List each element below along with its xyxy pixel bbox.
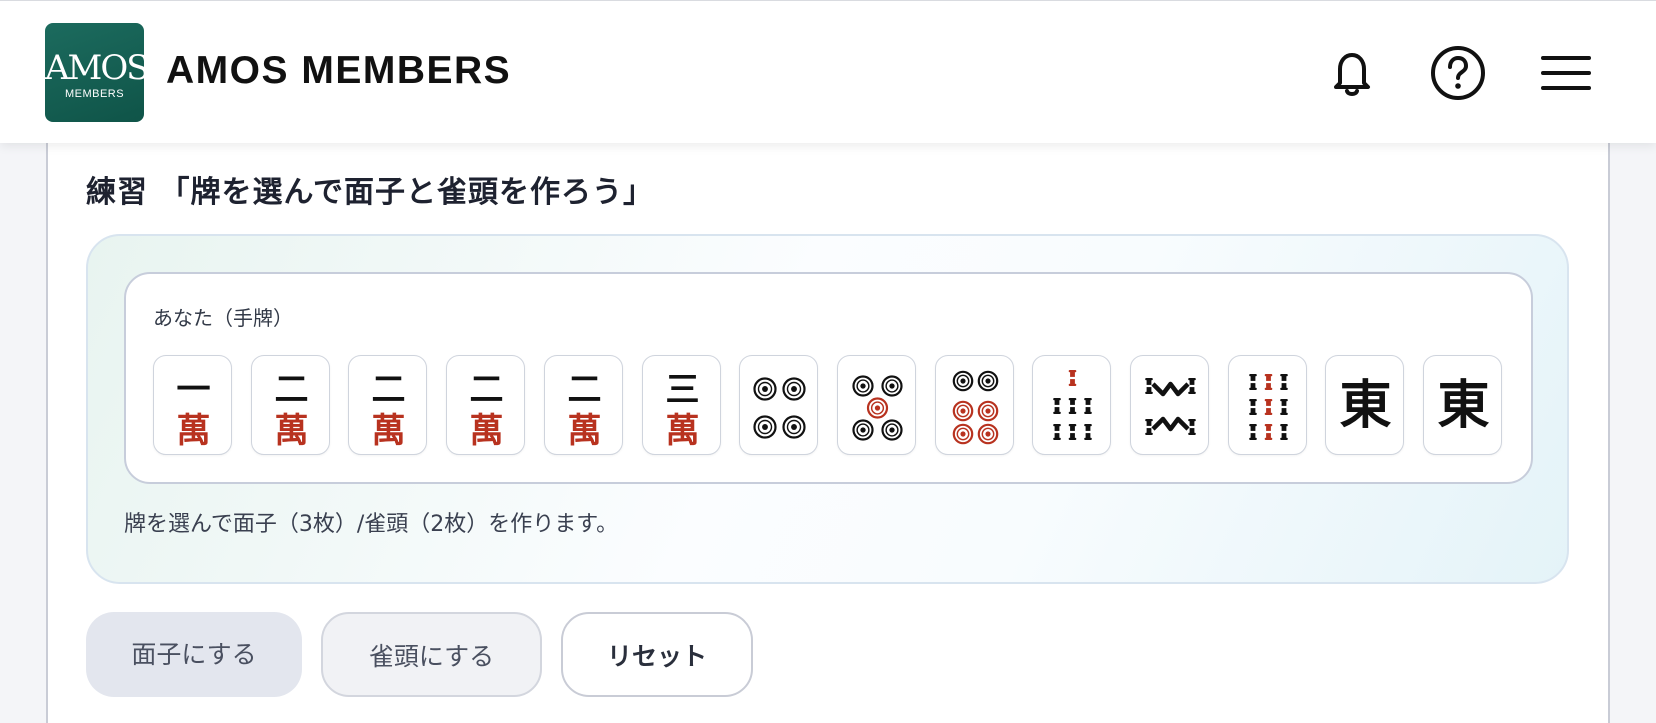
make-pair-button[interactable]: 雀頭にする: [321, 612, 542, 697]
bell-icon[interactable]: [1322, 43, 1382, 103]
svg-text:萬: 萬: [470, 411, 504, 451]
mahjong-tile[interactable]: 二萬: [348, 355, 428, 455]
svg-text:三: 三: [665, 370, 699, 410]
tile-face-icon: 二萬: [567, 370, 601, 451]
tile-face-icon: 二萬: [372, 370, 406, 451]
tile-face-icon: 一萬: [177, 370, 211, 451]
mahjong-tile[interactable]: [1227, 355, 1307, 455]
svg-text:二: 二: [567, 370, 601, 410]
tile-face-icon: 二萬: [470, 370, 504, 451]
tile-face-icon: [1145, 378, 1196, 435]
svg-text:萬: 萬: [665, 411, 699, 451]
tile-face-icon: 東: [1340, 375, 1392, 436]
svg-text:萬: 萬: [567, 411, 601, 451]
tile-face-icon: 三萬: [665, 370, 699, 451]
svg-text:二: 二: [372, 370, 406, 410]
tile-face-icon: 二萬: [274, 370, 308, 451]
svg-text:二: 二: [470, 370, 504, 410]
tile-face-icon: [1248, 374, 1288, 440]
mahjong-tile[interactable]: 二萬: [543, 355, 623, 455]
svg-text:萬: 萬: [274, 411, 308, 451]
tile-face-icon: [1053, 370, 1093, 440]
mahjong-tile[interactable]: 東: [1423, 355, 1503, 455]
amos-logo[interactable]: AMOS MEMBERS: [45, 23, 150, 122]
help-icon[interactable]: [1428, 43, 1488, 103]
make-meld-button[interactable]: 面子にする: [86, 612, 302, 697]
mahjong-tile[interactable]: [934, 355, 1014, 455]
hand-area: [124, 272, 1533, 484]
app-header: AMOS MEMBERS AMOS MEMBERS: [0, 0, 1656, 143]
brand-title: AMOS MEMBERS: [166, 49, 512, 92]
mahjong-tile[interactable]: [1032, 355, 1112, 455]
logo-wordmark: AMOS: [45, 48, 150, 88]
mahjong-tile[interactable]: 東: [1325, 355, 1405, 455]
mahjong-tile[interactable]: 三萬: [641, 355, 721, 455]
instruction-text: 牌を選んで面子（3枚）/雀頭（2枚）を作ります。: [124, 512, 619, 537]
svg-text:一: 一: [177, 370, 211, 410]
svg-text:萬: 萬: [177, 411, 211, 451]
svg-text:東: 東: [1340, 375, 1392, 436]
svg-text:萬: 萬: [372, 411, 406, 451]
mahjong-tile[interactable]: [739, 355, 819, 455]
tile-face-icon: [852, 375, 903, 441]
menu-icon[interactable]: [1536, 43, 1596, 103]
svg-text:東: 東: [1438, 375, 1490, 436]
tile-face-icon: 東: [1438, 375, 1490, 436]
reset-button[interactable]: リセット: [561, 612, 753, 697]
mahjong-tile[interactable]: 二萬: [250, 355, 330, 455]
logo-subtext: MEMBERS: [64, 88, 125, 100]
hand-label: あなた（手牌）: [153, 306, 293, 330]
mahjong-tile[interactable]: [1130, 355, 1209, 455]
svg-text:二: 二: [274, 370, 308, 410]
page-title: 練習 「牌を選んで面子と雀頭を作ろう」: [86, 175, 654, 210]
tile-face-icon: [753, 377, 806, 439]
mahjong-tile[interactable]: [836, 355, 916, 455]
mahjong-tile[interactable]: 二萬: [446, 355, 526, 455]
mahjong-tile[interactable]: 一萬: [153, 355, 232, 455]
tile-face-icon: [952, 370, 998, 445]
